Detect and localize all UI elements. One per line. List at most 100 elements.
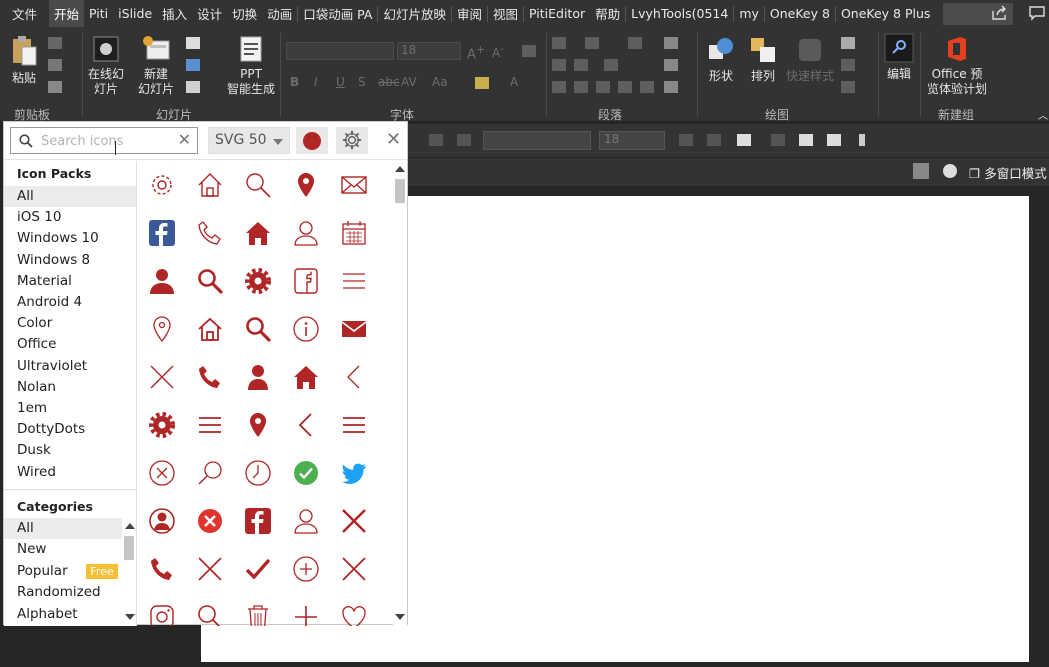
highlight-icon[interactable] [475, 77, 489, 89]
category-item[interactable]: All [4, 518, 122, 539]
plus-icon[interactable] [282, 593, 330, 626]
settings-outline-icon[interactable] [138, 161, 186, 209]
info-outline-icon[interactable] [282, 305, 330, 353]
chevron-left-2-icon[interactable] [282, 401, 330, 449]
category-item[interactable]: Popular Free [4, 561, 122, 582]
close-thin-2-icon[interactable] [186, 545, 234, 593]
tab-piti[interactable]: Piti [84, 0, 113, 27]
map-pin-filled-icon[interactable] [282, 161, 330, 209]
settings-gear-icon[interactable] [943, 164, 957, 178]
font-name-select[interactable] [286, 42, 394, 60]
scroll-thumb[interactable] [395, 179, 405, 203]
home-outline-2-icon[interactable] [186, 305, 234, 353]
tab-pocket-animation[interactable]: 口袋动画 PA [298, 0, 377, 27]
icon-pack-item[interactable]: Dusk [4, 440, 136, 461]
search-outline-2-icon[interactable] [186, 593, 234, 626]
tool-icon[interactable] [429, 134, 443, 146]
reset-icon[interactable] [186, 59, 200, 71]
align-left-icon[interactable] [552, 81, 566, 93]
mail-outline-icon[interactable] [330, 161, 378, 209]
icon-pack-item[interactable]: Android 4 [4, 292, 136, 313]
icon-pack-item[interactable]: Color [4, 313, 136, 334]
new-slide-button[interactable]: 新建 幻灯片 [132, 35, 180, 97]
section-icon[interactable] [186, 81, 200, 93]
icon-pack-item[interactable]: DottyDots [4, 419, 136, 440]
search-box[interactable]: ✕ [10, 127, 198, 154]
scroll-down-icon[interactable] [395, 614, 405, 620]
clock-outline-icon[interactable] [234, 449, 282, 497]
bold-icon[interactable]: B [290, 75, 299, 90]
tab-islide[interactable]: iSlide [113, 0, 157, 27]
search-bold-icon[interactable] [186, 257, 234, 305]
columns-icon[interactable] [604, 59, 618, 71]
multi-window-button[interactable]: ❐ 多窗口模式 [969, 163, 1047, 182]
format-painter-icon[interactable] [48, 81, 62, 93]
align-text-icon[interactable] [664, 59, 678, 71]
tab-animations[interactable]: 动画 [262, 0, 297, 27]
collapse-ribbon-icon[interactable]: ︿ [1038, 109, 1048, 124]
strikethrough-icon[interactable]: abc [378, 75, 400, 90]
arrange-button[interactable]: 排列 [744, 35, 782, 84]
checkmark-circle-green-icon[interactable] [282, 449, 330, 497]
calendar-outline-icon[interactable] [330, 209, 378, 257]
lasso-icon[interactable] [737, 134, 751, 146]
animation-icon[interactable] [827, 134, 841, 146]
decrease-indent-icon[interactable] [552, 59, 566, 71]
shape-fill-icon[interactable] [841, 37, 855, 49]
font-size-select[interactable]: 18 [397, 42, 461, 60]
trash-outline-icon[interactable] [234, 593, 282, 626]
checkmark-icon[interactable] [234, 545, 282, 593]
phone-filled-2-icon[interactable] [138, 545, 186, 593]
tab-onekey8[interactable]: OneKey 8 [765, 0, 835, 27]
facebook-outline-icon[interactable] [282, 257, 330, 305]
close-circle-outline-icon[interactable] [138, 449, 186, 497]
home-outline-icon[interactable] [186, 161, 234, 209]
icon-grid-scrollbar[interactable] [393, 161, 407, 626]
tool-icon[interactable] [771, 134, 785, 146]
close-thin-3-icon[interactable] [330, 545, 378, 593]
tab-insert[interactable]: 插入 [157, 0, 192, 27]
customize-dropdown-icon[interactable] [859, 134, 865, 146]
menu-thin-icon[interactable] [330, 257, 378, 305]
facebook-square-filled-icon[interactable] [234, 497, 282, 545]
cut-icon[interactable] [48, 37, 62, 49]
icon-pack-item[interactable]: Ultraviolet [4, 356, 136, 377]
phone-outline-icon[interactable] [186, 209, 234, 257]
home-filled-icon[interactable] [234, 209, 282, 257]
font-name-select-2[interactable] [483, 131, 591, 150]
compare-icon[interactable] [799, 134, 813, 146]
user-filled-icon[interactable] [138, 257, 186, 305]
panel-settings-button[interactable] [336, 127, 368, 154]
align-center-icon[interactable] [574, 81, 588, 93]
chevron-left-icon[interactable] [330, 353, 378, 401]
tool-icon[interactable] [679, 134, 693, 146]
icon-pack-item[interactable]: All [4, 186, 136, 207]
underline-icon[interactable]: U [336, 75, 345, 90]
office-preview-button[interactable]: Office 预 览体验计划 [922, 35, 992, 97]
copy-icon[interactable] [48, 59, 62, 71]
shapes-button[interactable]: 形状 [702, 35, 740, 84]
plus-circle-outline-icon[interactable] [282, 545, 330, 593]
icon-pack-item[interactable]: 1em [4, 398, 136, 419]
phone-filled-icon[interactable] [186, 353, 234, 401]
numbering-icon[interactable] [585, 37, 599, 49]
instagram-outline-icon[interactable] [138, 593, 186, 626]
online-slides-button[interactable]: 在线幻 灯片 [86, 35, 126, 97]
icon-pack-item[interactable]: iOS 10 [4, 207, 136, 228]
user-circle-filled-icon[interactable] [138, 497, 186, 545]
icon-pack-item[interactable]: Material [4, 271, 136, 292]
tab-onekey8plus[interactable]: OneKey 8 Plus [836, 0, 935, 27]
home-filled-2-icon[interactable] [282, 353, 330, 401]
user-outline-2-icon[interactable] [282, 497, 330, 545]
shape-effects-icon[interactable] [841, 81, 855, 93]
close-thin-icon[interactable] [138, 353, 186, 401]
distributed-icon[interactable] [640, 81, 654, 93]
editing-button[interactable]: 编辑 [882, 33, 916, 82]
category-item[interactable]: New [4, 539, 122, 560]
font-size-select-2[interactable]: 18 [599, 131, 665, 150]
shape-outline-icon[interactable] [841, 59, 855, 71]
increase-font-icon[interactable]: A+ [467, 42, 485, 62]
close-circle-filled-icon[interactable] [186, 497, 234, 545]
category-item[interactable]: Alphabet [4, 604, 122, 625]
twitter-bird-icon[interactable] [330, 449, 378, 497]
